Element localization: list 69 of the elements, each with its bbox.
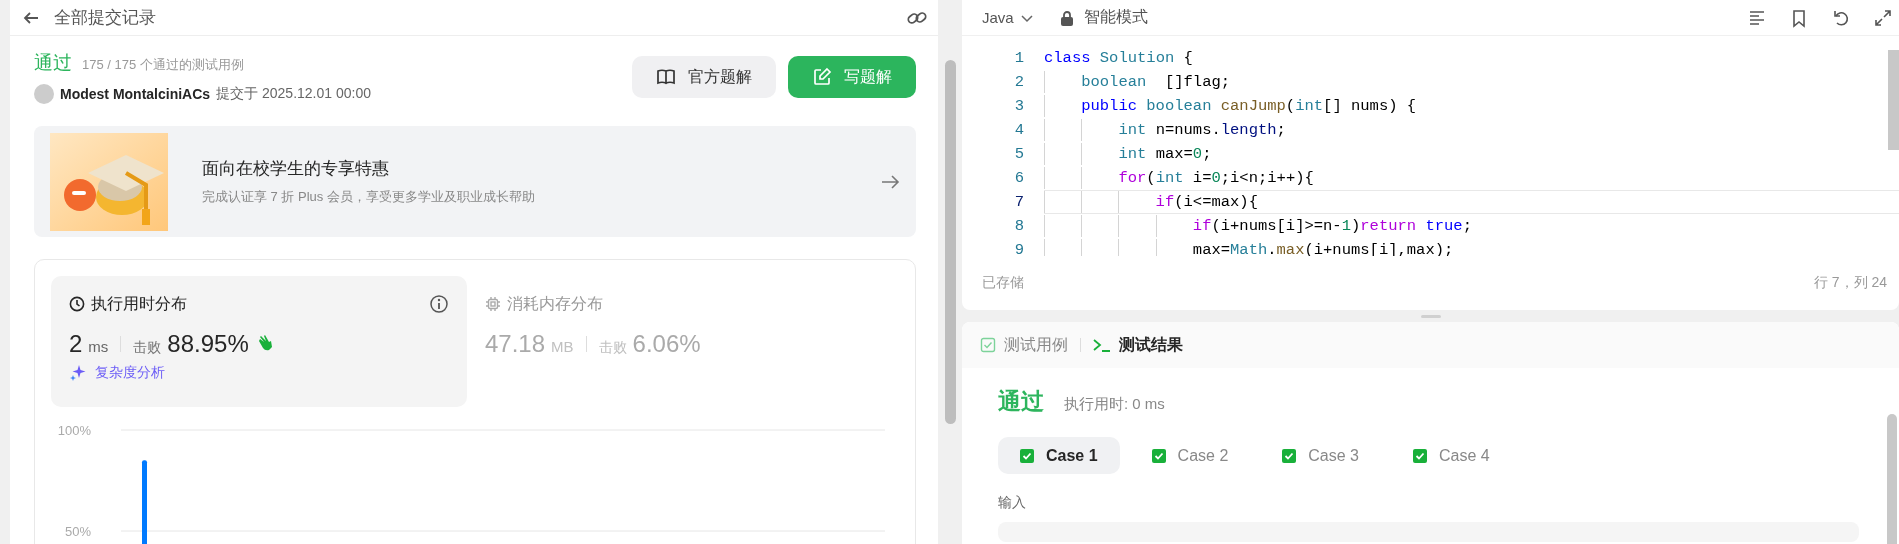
stat-value: 2	[69, 330, 83, 358]
solution-button[interactable]: 官方题解	[632, 56, 776, 98]
beats-percent: 6.06%	[632, 330, 701, 358]
expand-icon[interactable]	[1873, 7, 1893, 28]
stat-unit: MB	[551, 338, 574, 355]
terminal-icon	[1093, 337, 1111, 353]
edit-icon	[812, 67, 832, 87]
sparkle-icon	[69, 364, 87, 382]
line-number: 8	[1013, 217, 1024, 235]
complexity-link[interactable]: 复杂度分析	[95, 364, 165, 382]
language-select[interactable]: Java	[982, 9, 1034, 26]
avatar	[34, 84, 54, 104]
line-number: 2	[1013, 73, 1024, 91]
line-number: 5	[1013, 145, 1024, 163]
scrollbar-thumb[interactable]	[1887, 414, 1897, 544]
check-icon	[1282, 448, 1297, 463]
scrollbar-thumb[interactable]	[945, 60, 956, 424]
input-label: 输入	[998, 494, 1027, 512]
line-number: 1	[1013, 49, 1024, 67]
line-number: 7	[1013, 193, 1024, 211]
promo-subtitle: 完成认证享 7 折 Plus 会员，享受更多学业及职业成长帮助	[202, 188, 536, 206]
cursor-position: 行 7，列 24	[1813, 274, 1887, 292]
stat-unit: ms	[88, 338, 109, 355]
runtime-text: 执行用时: 0 ms	[1064, 395, 1165, 414]
user-name[interactable]: Modest MontalciniACs	[60, 86, 211, 102]
code-line: int max=0;	[1044, 143, 1899, 165]
check-icon	[1413, 448, 1427, 463]
promo-title: 面向在校学生的专享特惠	[202, 158, 390, 180]
panel-tab[interactable]: 测试结果	[1093, 334, 1183, 356]
promo-banner[interactable]: 面向在校学生的专享特惠 完成认证享 7 折 Plus 会员，享受更多学业及职业成长帮助	[34, 126, 916, 237]
beats-label: 击败	[133, 339, 162, 357]
editor-mode: 智能模式	[1083, 7, 1149, 27]
lock-icon	[1059, 9, 1074, 26]
page-title: 全部提交记录	[54, 7, 157, 29]
submit-time: 提交于 2025.12.01 00:00	[216, 85, 371, 103]
line-number: 4	[1013, 121, 1024, 139]
code-line: class Solution {	[1044, 48, 1194, 69]
code-line: for(int i=0;i<n;i++){	[1044, 167, 1899, 189]
clock-icon	[69, 296, 85, 312]
code-line: if(i<=max){	[1044, 190, 1899, 214]
check-icon	[1151, 448, 1166, 463]
beats-percent: 88.95%	[167, 330, 249, 358]
status-text: 通过	[34, 51, 72, 75]
scrollbar-thumb[interactable]	[1888, 50, 1899, 150]
axis-label: 100%	[57, 423, 91, 438]
info-icon[interactable]	[429, 294, 449, 314]
stat-tab[interactable]: 执行用时分布 2 ms 击败 88.95% 复杂度分析	[51, 276, 467, 407]
book-icon	[656, 67, 676, 87]
test-count: 175 / 175 个通过的测试用例	[82, 56, 244, 74]
line-number: 3	[1013, 97, 1024, 115]
panel-tab[interactable]: 测试用例	[980, 334, 1068, 356]
result-status: 通过	[998, 387, 1044, 416]
stat-title: 执行用时分布	[91, 293, 188, 314]
line-number: 6	[1013, 169, 1024, 187]
save-status: 已存储	[982, 274, 1024, 292]
chip-icon	[485, 296, 501, 312]
resize-handle[interactable]	[1420, 314, 1441, 318]
line-number: 9	[1013, 241, 1024, 256]
beats-label: 击败	[598, 339, 627, 357]
stat-title: 消耗内存分布	[507, 293, 604, 314]
axis-label: 50%	[64, 524, 91, 539]
check-icon	[1020, 448, 1034, 463]
code-line: if(i+nums[i]>=n-1)return true;	[1044, 215, 1899, 237]
case-tab[interactable]: Case 2	[1129, 437, 1251, 474]
case-tab[interactable]: Case 1	[998, 437, 1120, 474]
stat-value: 47.18	[485, 330, 546, 358]
checkbox-icon	[980, 337, 996, 353]
case-tab[interactable]: Case 4	[1391, 437, 1512, 474]
case-tab[interactable]: Case 3	[1260, 437, 1381, 474]
